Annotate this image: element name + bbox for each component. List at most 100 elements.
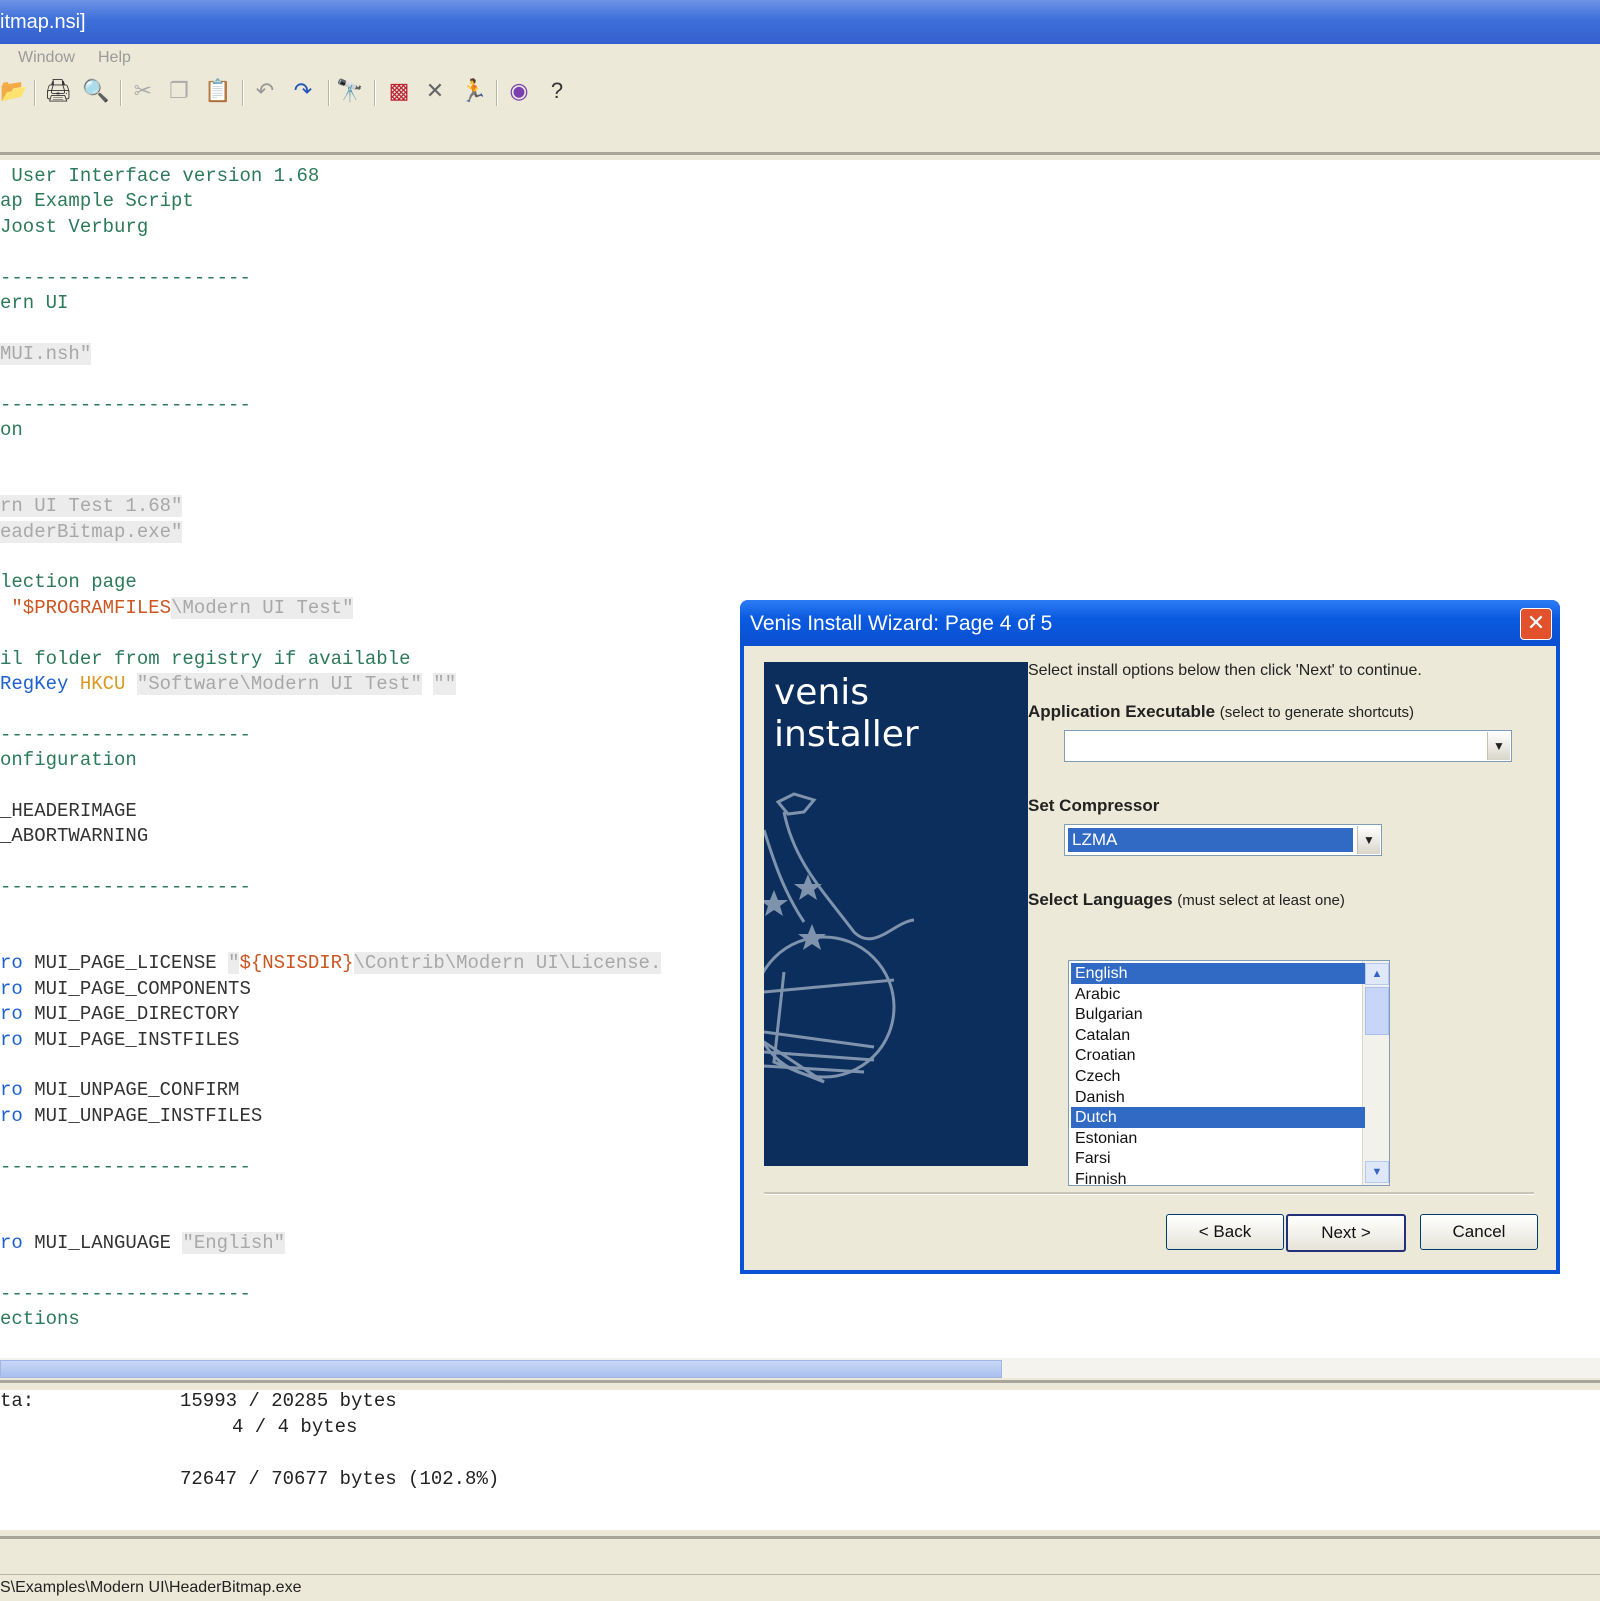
code-line[interactable]: lection page <box>0 570 137 594</box>
app-exe-label-text: Application Executable <box>1028 702 1216 721</box>
code-line[interactable]: ---------------------- <box>0 723 251 747</box>
horizontal-scrollbar[interactable] <box>0 1358 1600 1378</box>
output-value: 15993 / 20285 bytes <box>180 1390 397 1412</box>
code-line[interactable]: il folder from registry if available <box>0 647 410 671</box>
code-line[interactable]: ---------------------- <box>0 1155 251 1179</box>
code-token: eaderBitmap.exe" <box>0 520 183 543</box>
language-option[interactable]: Dutch <box>1071 1107 1365 1129</box>
code-token: MUI_PAGE_LICENSE <box>34 952 229 975</box>
open-icon[interactable]: 📂 <box>0 78 27 104</box>
code-token: on <box>0 419 23 441</box>
code-line[interactable]: onfiguration <box>0 748 137 772</box>
code-line[interactable]: ro MUI_PAGE_INSTFILES <box>0 1028 239 1052</box>
code-line[interactable]: ro MUI_UNPAGE_INSTFILES <box>0 1104 262 1128</box>
code-line[interactable]: eaderBitmap.exe" <box>0 520 183 544</box>
redo-icon[interactable]: ↷ <box>290 78 316 104</box>
print-icon[interactable]: 🖨 <box>44 78 72 104</box>
code-line[interactable]: ---------------------- <box>0 875 251 899</box>
code-token: User Interface version 1.68 <box>0 165 320 187</box>
code-line[interactable]: Joost Verburg <box>0 215 148 239</box>
code-line[interactable]: RegKey HKCU "Software\Modern UI Test" "" <box>0 672 457 696</box>
code-line[interactable]: _ABORTWARNING <box>0 824 148 848</box>
languages-listbox[interactable]: ▲ ▼ English Arabic Bulgarian Catalan Croatia… <box>1068 960 1390 1186</box>
code-line[interactable]: ro MUI_PAGE_DIRECTORY <box>0 1002 239 1026</box>
close-icon[interactable]: ✕ <box>1520 608 1552 640</box>
language-option[interactable]: Croatian <box>1071 1045 1365 1066</box>
code-line[interactable]: ---------------------- <box>0 1282 251 1306</box>
code-line[interactable]: ---------------------- <box>0 393 251 417</box>
code-line[interactable]: MUI.nsh" <box>0 342 92 366</box>
install-wizard-dialog: Venis Install Wizard: Page 4 of 5 ✕ veni… <box>740 600 1560 1274</box>
menu-window[interactable]: Window <box>18 49 75 67</box>
language-option[interactable]: Finnish <box>1071 1169 1365 1185</box>
code-token: MUI_UNPAGE_CONFIRM <box>34 1079 240 1102</box>
paste-icon[interactable]: 📋 <box>204 78 231 104</box>
code-line[interactable]: ro MUI_LANGUAGE "English" <box>0 1231 286 1255</box>
code-token: ---------------------- <box>0 393 251 416</box>
languages-hint: (must select at least one) <box>1177 892 1345 909</box>
run-icon[interactable]: 🏃 <box>460 78 487 104</box>
language-option[interactable]: Bulgarian <box>1071 1004 1365 1025</box>
code-token: _ABORTWARNING <box>0 825 149 848</box>
code-line[interactable]: ections <box>0 1307 80 1331</box>
language-option[interactable]: Estonian <box>1071 1128 1365 1149</box>
next-button[interactable]: Next > <box>1286 1214 1406 1252</box>
cancel-button[interactable]: Cancel <box>1420 1214 1538 1250</box>
chevron-down-icon[interactable]: ▼ <box>1357 826 1380 854</box>
help-icon[interactable]: ? <box>544 78 570 104</box>
divider <box>0 1380 1600 1383</box>
code-line[interactable]: on <box>0 418 23 442</box>
code-token: ---------------------- <box>0 266 251 289</box>
code-line[interactable]: ro MUI_UNPAGE_CONFIRM <box>0 1078 239 1102</box>
languages-label: Select Languages (must select at least o… <box>1028 890 1345 910</box>
code-line[interactable]: ---------------------- <box>0 266 251 290</box>
dialog-titlebar: Venis Install Wizard: Page 4 of 5 ✕ <box>740 600 1560 646</box>
code-line[interactable]: ern UI <box>0 291 68 315</box>
toolbar-separator <box>120 80 122 106</box>
languages-label-text: Select Languages <box>1028 890 1173 909</box>
code-token: \Contrib\Modern UI\License. <box>353 952 662 975</box>
code-line[interactable]: ro MUI_PAGE_COMPONENTS <box>0 977 251 1001</box>
listbox-scrollbar[interactable]: ▲ ▼ <box>1362 961 1389 1185</box>
copy-icon[interactable]: ❐ <box>166 78 192 104</box>
language-option[interactable]: Czech <box>1071 1066 1365 1087</box>
scrollbar-thumb[interactable] <box>1365 987 1389 1035</box>
compile-icon[interactable]: ▩ <box>386 78 412 104</box>
scrollbar-thumb[interactable] <box>0 1360 1002 1378</box>
cut-icon[interactable]: ✂ <box>130 78 156 104</box>
chevron-down-icon[interactable]: ▼ <box>1487 732 1510 760</box>
code-token: MUI_LANGUAGE <box>34 1231 183 1254</box>
code-line[interactable]: _HEADERIMAGE <box>0 799 137 823</box>
code-token: "Software\Modern UI Test" <box>136 673 422 695</box>
output-pane: ta: 15993 / 20285 bytes 4 / 4 bytes 7264… <box>0 1390 1600 1530</box>
wizard-logo-graphic <box>764 792 915 1084</box>
code-line[interactable]: rn UI Test 1.68" <box>0 494 183 518</box>
code-line[interactable]: User Interface version 1.68 <box>0 164 319 188</box>
code-token: rn UI Test 1.68" <box>0 495 183 518</box>
scroll-down-icon[interactable]: ▼ <box>1365 1161 1389 1183</box>
undo-icon[interactable]: ↶ <box>252 78 278 104</box>
compressor-select[interactable]: LZMA ▼ <box>1064 824 1382 856</box>
compressor-label-text: Set Compressor <box>1028 796 1160 815</box>
toolbar-separator <box>374 80 376 106</box>
language-option[interactable]: English <box>1071 963 1365 984</box>
language-option[interactable]: Catalan <box>1071 1025 1365 1046</box>
application-executable-select[interactable]: ▼ <box>1064 730 1512 762</box>
language-option[interactable]: Danish <box>1071 1087 1365 1108</box>
settings-icon[interactable]: ◉ <box>506 78 532 104</box>
find-icon[interactable]: 🔭 <box>336 78 363 104</box>
language-option[interactable]: Farsi <box>1071 1148 1365 1169</box>
code-line[interactable]: ap Example Script <box>0 189 194 213</box>
code-line[interactable]: ro MUI_PAGE_LICENSE "${NSISDIR}\Contrib\… <box>0 951 662 975</box>
code-line[interactable]: "$PROGRAMFILES\Modern UI Test" <box>0 596 354 620</box>
code-token: ---------------------- <box>0 1155 251 1178</box>
code-token: ro <box>0 1079 35 1102</box>
code-token: \Modern UI Test" <box>171 596 354 619</box>
code-token: ro <box>0 1104 35 1127</box>
scroll-up-icon[interactable]: ▲ <box>1365 963 1389 985</box>
menu-help[interactable]: Help <box>98 49 131 67</box>
print-preview-icon[interactable]: 🔍 <box>82 78 109 104</box>
stop-icon[interactable]: ✕ <box>422 78 448 104</box>
language-option[interactable]: Arabic <box>1071 984 1365 1005</box>
back-button[interactable]: < Back <box>1166 1214 1284 1250</box>
